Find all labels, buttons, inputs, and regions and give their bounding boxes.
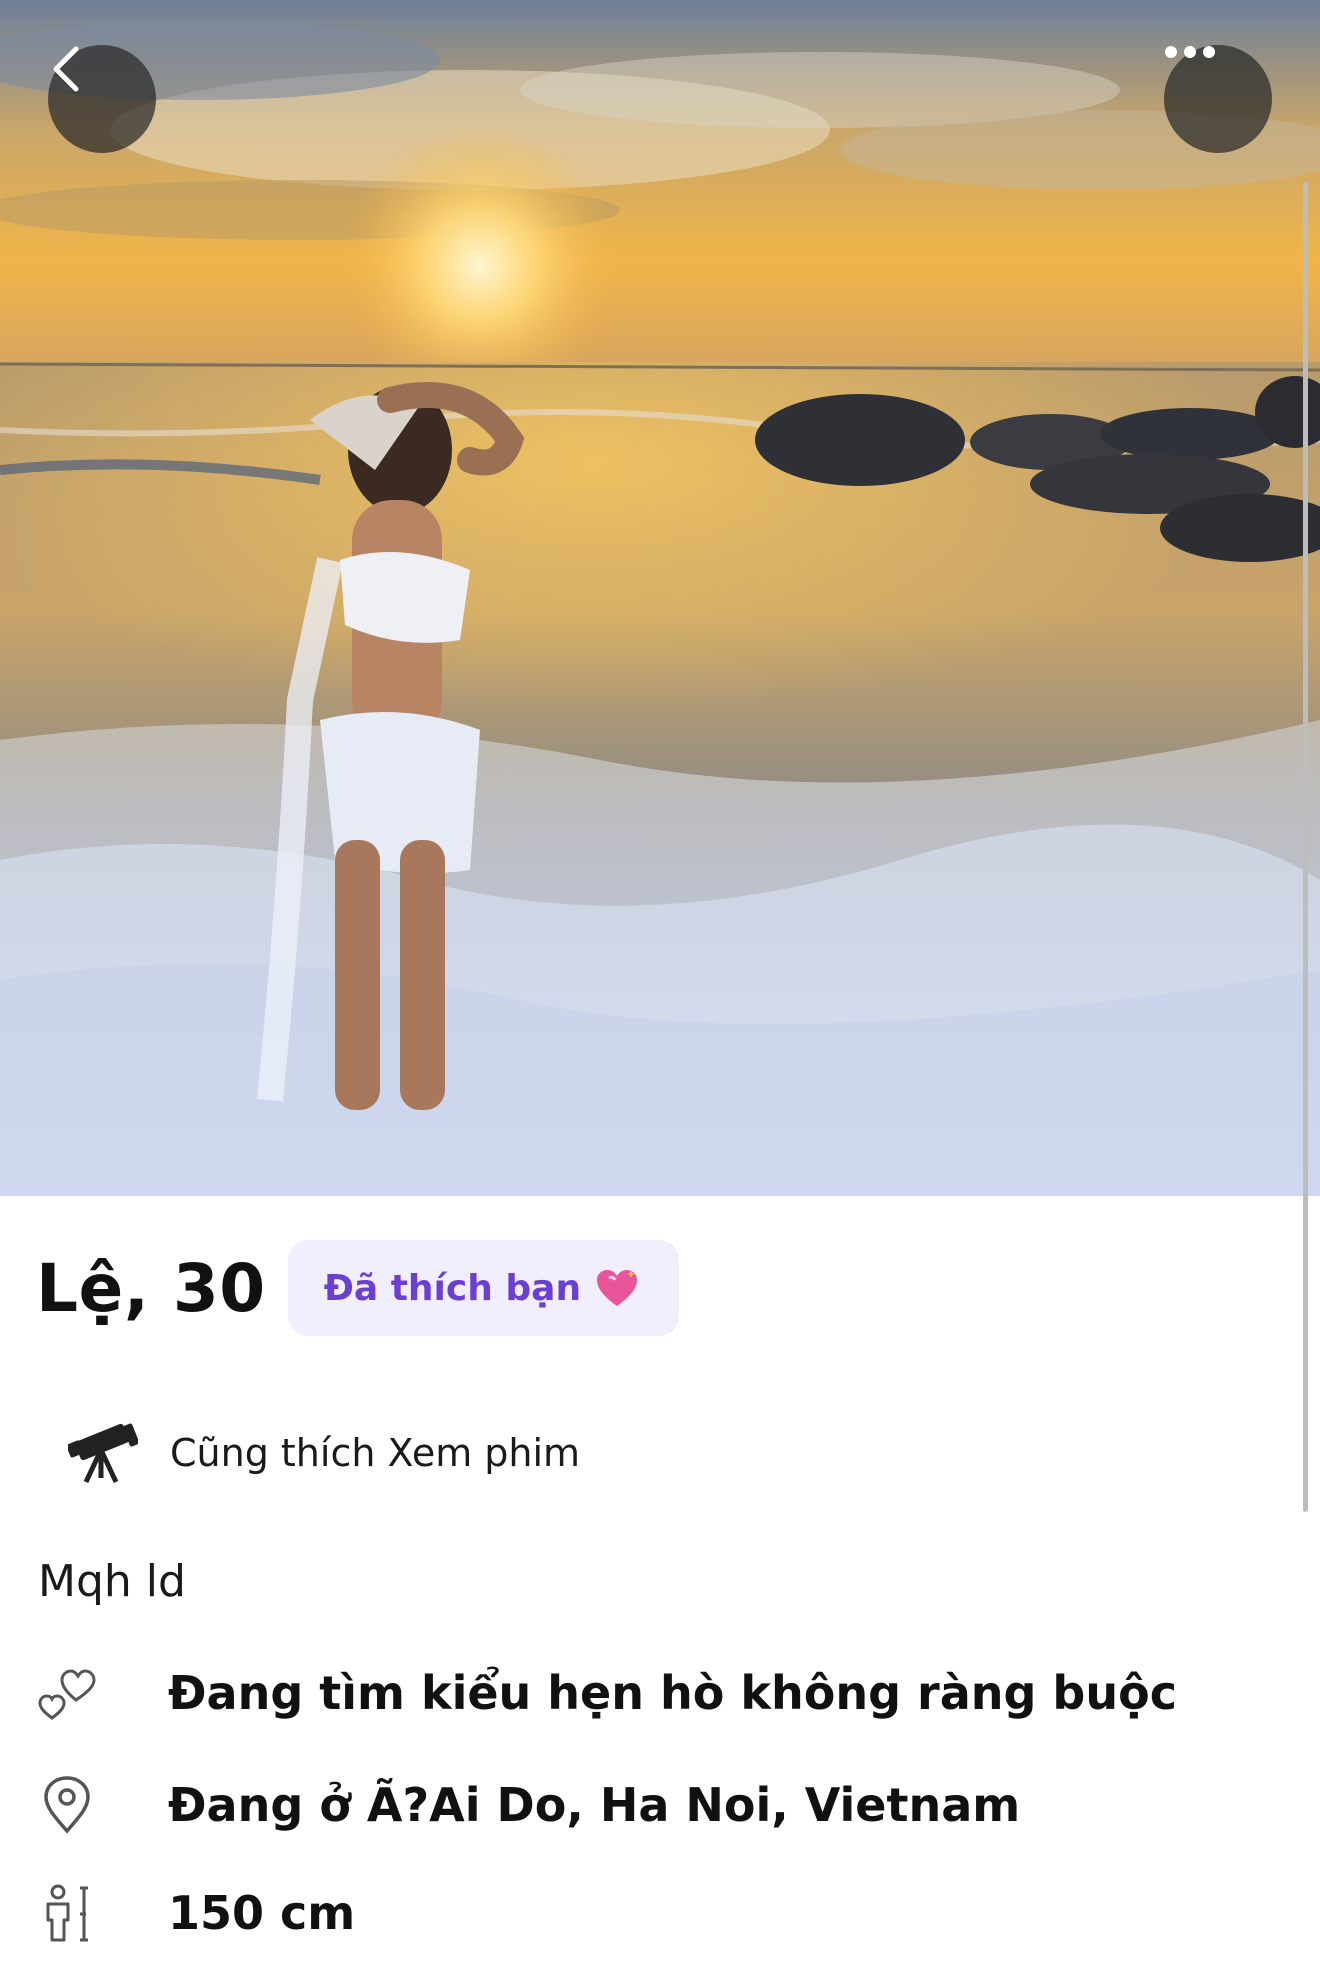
detail-text-height: 150 cm — [168, 1886, 356, 1940]
common-interest-text: Cũng thích Xem phim — [170, 1431, 581, 1475]
telescope-icon — [68, 1423, 138, 1484]
location-pin-icon — [38, 1776, 96, 1834]
common-interest-row: Cũng thích Xem phim — [68, 1422, 580, 1484]
liked-you-label: Đã thích bạn — [323, 1267, 582, 1309]
more-horizontal-icon — [1165, 46, 1215, 58]
chevron-left-icon — [53, 46, 79, 92]
liked-you-badge: Đã thích bạn — [287, 1240, 680, 1336]
detail-row-height: 150 cm — [38, 1884, 355, 1942]
detail-text-location: Đang ở Ã?Ai Do, Ha Noi, Vietnam — [168, 1778, 1021, 1832]
detail-row-looking-for: Đang tìm kiểu hẹn hò không ràng buộc — [38, 1664, 1177, 1722]
back-button[interactable] — [48, 45, 156, 153]
beach-sunset-photo — [0, 0, 1320, 1196]
height-icon — [38, 1884, 96, 1942]
scrollbar[interactable] — [1303, 182, 1308, 1512]
detail-row-location: Đang ở Ã?Ai Do, Ha Noi, Vietnam — [38, 1776, 1020, 1834]
hearts-icon — [38, 1664, 96, 1722]
more-options-button[interactable] — [1164, 45, 1272, 153]
name-row: Lệ, 30 Đã thích bạn — [36, 1240, 680, 1336]
profile-name-age: Lệ, 30 — [36, 1249, 266, 1327]
profile-photo[interactable] — [0, 0, 1320, 1196]
bio-text: Mqh ld — [38, 1556, 186, 1607]
detail-text-looking-for: Đang tìm kiểu hẹn hò không ràng buộc — [168, 1666, 1177, 1720]
sparkling-heart-icon — [597, 1270, 638, 1306]
